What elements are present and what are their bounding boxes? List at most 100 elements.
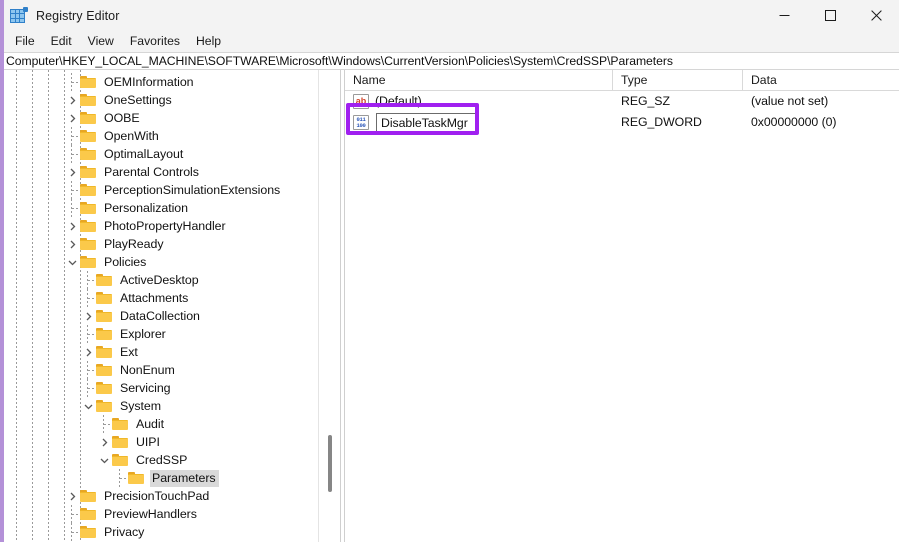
folder-icon [80, 507, 97, 521]
tree-elbow [64, 181, 80, 199]
tree-node-parental-controls[interactable]: Parental Controls [0, 163, 318, 181]
chevron-right-icon[interactable] [64, 487, 80, 505]
minimize-button[interactable] [761, 0, 807, 31]
tree-node-audit[interactable]: Audit [0, 415, 318, 433]
tree-node-attachments[interactable]: Attachments [0, 289, 318, 307]
tree-scrollbar-thumb[interactable] [328, 435, 332, 492]
window-left-accent [0, 0, 4, 542]
tree-elbow [80, 379, 96, 397]
tree-node-label: OneSettings [104, 92, 172, 107]
folder-icon [112, 417, 129, 431]
chevron-right-icon[interactable] [64, 91, 80, 109]
chevron-right-icon[interactable] [96, 433, 112, 451]
maximize-button[interactable] [807, 0, 853, 31]
tree-node-explorer[interactable]: Explorer [0, 325, 318, 343]
tree-node-label: Parameters [150, 469, 219, 487]
tree-node-activedesktop[interactable]: ActiveDesktop [0, 271, 318, 289]
folder-icon [80, 129, 97, 143]
tree-node-privacy[interactable]: Privacy [0, 523, 318, 541]
tree-node-label: OEMInformation [104, 74, 194, 89]
menu-edit[interactable]: Edit [43, 32, 80, 51]
tree-node-oobe[interactable]: OOBE [0, 109, 318, 127]
folder-icon [96, 327, 113, 341]
column-header-data[interactable]: Data [743, 70, 899, 90]
chevron-right-icon[interactable] [64, 235, 80, 253]
tree-node-photopropertyhandler[interactable]: PhotoPropertyHandler [0, 217, 318, 235]
tree-node-servicing[interactable]: Servicing [0, 379, 318, 397]
menu-help[interactable]: Help [188, 32, 229, 51]
folder-icon [96, 381, 113, 395]
chevron-right-icon[interactable] [64, 109, 80, 127]
folder-icon [80, 165, 97, 179]
value-data-cell: 0x00000000 (0) [751, 115, 837, 129]
tree-node-credssp[interactable]: CredSSP [0, 451, 318, 469]
folder-icon [112, 453, 129, 467]
tree-node-personalization[interactable]: Personalization [0, 199, 318, 217]
column-header-type[interactable]: Type [613, 70, 743, 90]
registry-tree: OEMInformation OneSettings OOBE OpenWith Opt… [0, 73, 318, 541]
tree-node-policies[interactable]: Policies [0, 253, 318, 271]
window-controls [761, 0, 899, 31]
chevron-right-icon[interactable] [64, 163, 80, 181]
values-column-headers: Name Type Data [345, 70, 899, 91]
column-header-name[interactable]: Name [345, 70, 613, 90]
folder-icon [80, 147, 97, 161]
folder-icon [96, 363, 113, 377]
chevron-down-icon[interactable] [80, 397, 96, 415]
tree-node-parameters[interactable]: Parameters [0, 469, 318, 487]
menu-favorites[interactable]: Favorites [122, 32, 188, 51]
title-bar: Registry Editor [0, 0, 899, 31]
chevron-right-icon[interactable] [80, 307, 96, 325]
tree-node-uipi[interactable]: UIPI [0, 433, 318, 451]
chevron-right-icon[interactable] [80, 343, 96, 361]
menu-view[interactable]: View [80, 32, 122, 51]
reg-sz-icon-glyph: ab [355, 96, 367, 106]
tree-node-playready[interactable]: PlayReady [0, 235, 318, 253]
chevron-down-icon[interactable] [96, 451, 112, 469]
tree-node-perceptionsimulationextensions[interactable]: PerceptionSimulationExtensions [0, 181, 318, 199]
tree-node-openwith[interactable]: OpenWith [0, 127, 318, 145]
tree-node-label: Parental Controls [104, 164, 199, 179]
table-row[interactable]: ab (Default) REG_SZ (value not set) [345, 91, 899, 112]
folder-icon [80, 111, 97, 125]
registry-values-pane: Name Type Data ab (Default) REG_SZ (valu… [345, 70, 899, 542]
address-bar[interactable]: Computer\HKEY_LOCAL_MACHINE\SOFTWARE\Mic… [0, 52, 899, 70]
value-type-cell: REG_SZ [621, 94, 670, 108]
tree-node-previewhandlers[interactable]: PreviewHandlers [0, 505, 318, 523]
registry-path: Computer\HKEY_LOCAL_MACHINE\SOFTWARE\Mic… [6, 54, 673, 68]
value-data-cell: (value not set) [751, 94, 829, 108]
close-button[interactable] [853, 0, 899, 31]
tree-elbow [64, 505, 80, 523]
tree-elbow [80, 271, 96, 289]
tree-node-ext[interactable]: Ext [0, 343, 318, 361]
tree-node-precisiontouchpad[interactable]: PrecisionTouchPad [0, 487, 318, 505]
tree-node-oeminformation[interactable]: OEMInformation [0, 73, 318, 91]
tree-scrollbar[interactable] [318, 70, 340, 542]
folder-icon [80, 525, 97, 539]
tree-node-label: PerceptionSimulationExtensions [104, 182, 281, 197]
tree-node-optimallayout[interactable]: OptimalLayout [0, 145, 318, 163]
tree-node-label: Servicing [120, 380, 171, 395]
tree-node-datacollection[interactable]: DataCollection [0, 307, 318, 325]
folder-icon [96, 273, 113, 287]
folder-icon [96, 399, 113, 413]
table-row[interactable]: 011 100 DisableTaskMgr REG_DWORD 0x000000… [345, 112, 899, 133]
tree-node-onesettings[interactable]: OneSettings [0, 91, 318, 109]
registry-editor-window: Registry Editor File Edit View Favorites… [0, 0, 899, 542]
folder-icon [96, 309, 113, 323]
tree-elbow [112, 469, 128, 487]
value-name-cell[interactable]: ab (Default) [345, 94, 613, 109]
value-name-cell[interactable]: 011 100 DisableTaskMgr [345, 113, 613, 132]
rename-edit-box[interactable]: DisableTaskMgr [376, 113, 479, 132]
folder-icon [128, 471, 145, 485]
folder-icon [80, 489, 97, 503]
tree-node-label: PlayReady [104, 236, 164, 251]
tree-elbow [64, 127, 80, 145]
menu-file[interactable]: File [7, 32, 43, 51]
chevron-right-icon[interactable] [64, 217, 80, 235]
tree-node-system[interactable]: System [0, 397, 318, 415]
tree-scrollbar-track[interactable] [325, 70, 335, 542]
tree-node-nonenum[interactable]: NonEnum [0, 361, 318, 379]
folder-icon [80, 219, 97, 233]
chevron-down-icon[interactable] [64, 253, 80, 271]
